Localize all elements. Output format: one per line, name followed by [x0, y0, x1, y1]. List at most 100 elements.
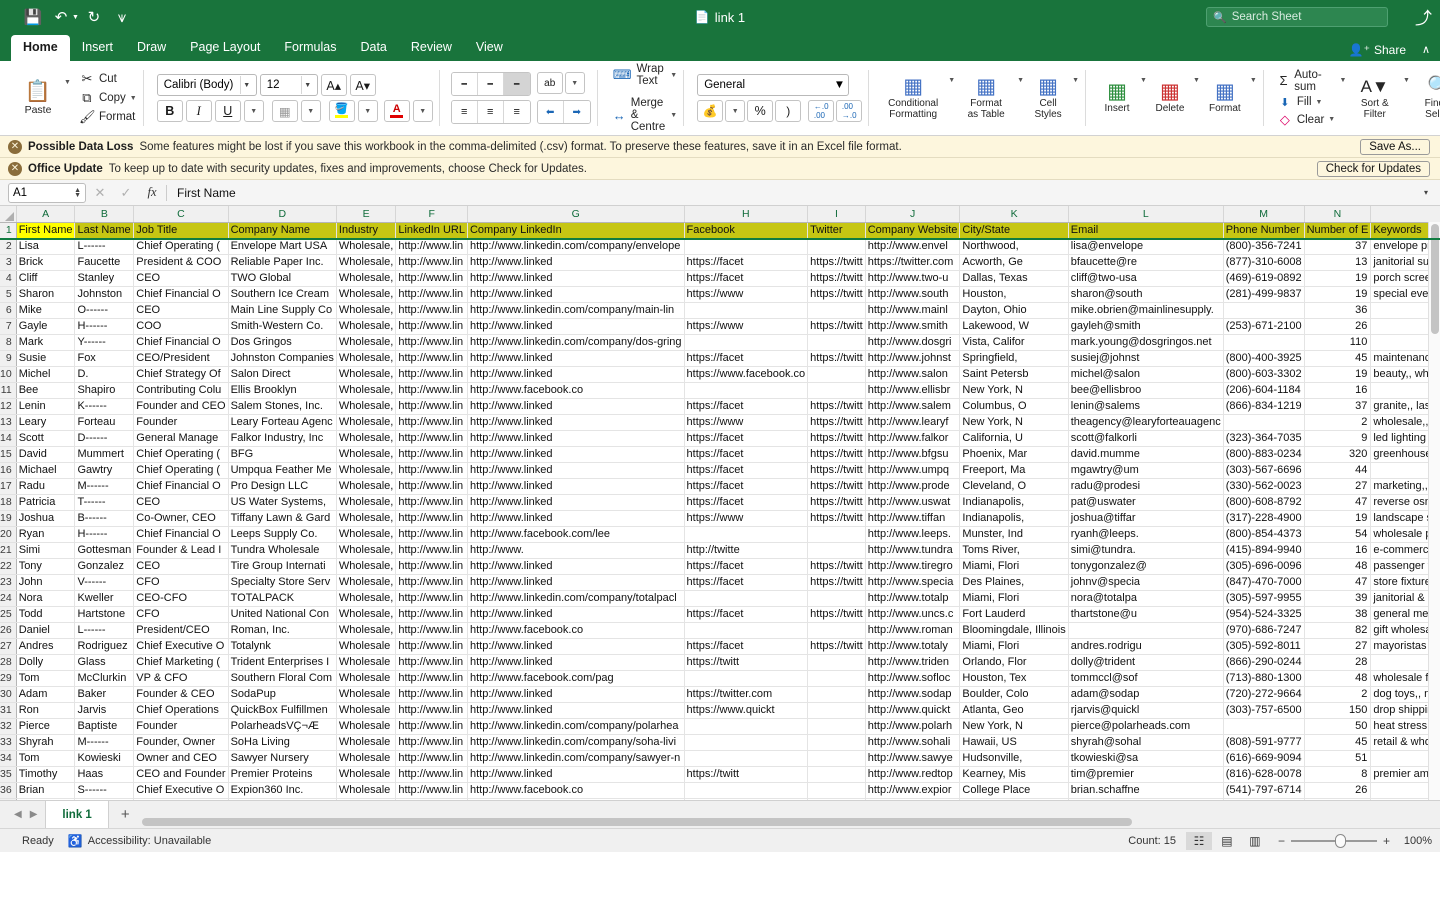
table-cell[interactable]: http://www. — [467, 542, 685, 559]
tab-data[interactable]: Data — [348, 35, 398, 61]
table-cell[interactable]: https://twitt — [807, 510, 866, 527]
collapse-ribbon-icon[interactable]: ∧ — [1422, 43, 1430, 56]
table-cell[interactable]: (866)-834-1219 — [1223, 398, 1305, 415]
table-cell[interactable]: Wholesale, — [336, 430, 397, 447]
table-cell[interactable]: Springfield, — [959, 350, 1069, 367]
table-cell[interactable]: Wholesale — [336, 766, 397, 783]
table-row[interactable]: 7 Gayle H------ COO Smith-Western Co. Wholesa… — [0, 318, 1440, 335]
zoom-slider-thumb[interactable] — [1334, 833, 1346, 848]
table-cell[interactable]: Michel — [16, 366, 76, 383]
header-cell[interactable]: Company Website — [865, 222, 961, 238]
table-cell[interactable]: Cleveland, O — [959, 478, 1069, 495]
table-cell[interactable]: scott@falkorli — [1068, 430, 1224, 447]
table-row[interactable]: 26 Daniel L------ President/CEO Roman, Inc. W… — [0, 622, 1440, 639]
table-cell[interactable]: http://www.sawye — [865, 750, 961, 767]
table-cell[interactable]: Wholesale, — [336, 542, 397, 559]
table-row[interactable]: 23 John V------ CFO Specialty Store Serv Whol… — [0, 574, 1440, 591]
table-cell[interactable]: Premier Proteins — [228, 766, 337, 783]
table-cell[interactable]: http://www.lin — [395, 494, 468, 511]
share-upload-icon[interactable]: ⤴ — [1415, 4, 1432, 29]
table-cell[interactable]: https://facet — [684, 478, 809, 495]
table-cell[interactable]: http://www.lin — [395, 734, 468, 751]
table-cell[interactable]: 48 — [1304, 670, 1372, 687]
horizontal-scrollbar[interactable] — [141, 801, 1440, 828]
table-cell[interactable]: http://www.linkedin.com/company/polarhea — [467, 718, 685, 735]
table-cell[interactable]: Tom — [16, 670, 76, 687]
table-cell[interactable]: Founder and CEO — [133, 798, 229, 800]
table-cell[interactable]: https://www.facebook.co — [684, 366, 809, 383]
header-cell[interactable]: Company Name — [228, 222, 337, 238]
table-cell[interactable]: https://twitt — [807, 414, 866, 431]
next-sheet-icon[interactable]: ▶ — [30, 809, 38, 820]
table-cell[interactable]: 21 — [1304, 798, 1372, 800]
table-row[interactable]: 6 Mike O------ CEO Main Line Supply Co Wholes… — [0, 302, 1440, 319]
table-cell[interactable]: Fort Collins, — [959, 798, 1069, 800]
page-layout-view-button[interactable]: ▤ — [1214, 832, 1240, 850]
table-cell[interactable]: http://www.facebook.co — [467, 782, 685, 799]
table-cell[interactable] — [807, 782, 866, 799]
table-cell[interactable]: https://twitt — [684, 766, 809, 783]
table-row[interactable]: 37ElizabethMozerFounder and CEOLoCo Food… — [0, 798, 1440, 800]
table-cell[interactable]: http://www.linked — [467, 350, 685, 367]
table-cell[interactable]: President/CEO — [133, 622, 229, 639]
table-cell[interactable]: mike.obrien@mainlinesupply. — [1068, 302, 1224, 319]
table-cell[interactable]: Lakewood, W — [959, 318, 1069, 335]
zoom-control[interactable]: − + 100% — [1278, 833, 1432, 848]
table-cell[interactable]: http://www.linked — [467, 558, 685, 575]
table-cell[interactable]: Chief Operating ( — [133, 446, 229, 463]
table-cell[interactable]: https://twitt — [807, 558, 866, 575]
table-cell[interactable]: http://www.lin — [395, 590, 468, 607]
italic-button[interactable]: I — [185, 100, 212, 122]
table-cell[interactable]: http://www.linked — [467, 270, 685, 287]
table-cell[interactable]: Wholesale — [336, 638, 397, 655]
cell-styles-dropdown-icon[interactable]: ▼ — [1072, 77, 1079, 84]
table-row[interactable]: 22 Tony Gonzalez CEO Tire Group Internati Who… — [0, 558, 1440, 575]
table-cell[interactable]: Houston, Tex — [959, 670, 1069, 687]
table-cell[interactable]: Dolly — [16, 654, 76, 671]
table-cell[interactable]: Chief Operations — [133, 702, 229, 719]
table-cell[interactable]: Fox — [74, 350, 135, 367]
table-cell[interactable]: Bee — [16, 382, 76, 399]
table-cell[interactable]: pat@uswater — [1068, 494, 1224, 511]
table-cell[interactable]: Gottesman — [74, 542, 135, 559]
table-cell[interactable]: https://twitt — [807, 478, 866, 495]
table-cell[interactable]: http://www.lin — [395, 398, 468, 415]
table-cell[interactable] — [684, 750, 809, 767]
table-cell[interactable]: Dayton, Ohio — [959, 302, 1069, 319]
table-cell[interactable]: CFO — [133, 574, 229, 591]
table-cell[interactable]: http://www.lin — [395, 750, 468, 767]
fill-button[interactable]: ⬇ Fill ▼ — [1277, 96, 1347, 109]
table-cell[interactable]: 19 — [1304, 510, 1372, 527]
table-cell[interactable] — [684, 734, 809, 751]
table-cell[interactable]: (469)-619-0892 — [1223, 270, 1305, 287]
table-cell[interactable]: Reliable Paper Inc. — [228, 254, 337, 271]
table-cell[interactable]: http://www.umpq — [865, 462, 961, 479]
table-cell[interactable]: L------ — [74, 238, 135, 255]
font-size-select[interactable]: 12 ▼ — [259, 74, 318, 96]
row-header-34[interactable]: 34 — [0, 750, 17, 767]
table-cell[interactable]: Founder & CEO — [133, 686, 229, 703]
table-cell[interactable]: rjarvis@quickl — [1068, 702, 1224, 719]
table-cell[interactable] — [1223, 334, 1305, 351]
table-cell[interactable]: Wholesale, — [336, 238, 397, 255]
table-cell[interactable]: Forteau — [74, 414, 135, 431]
header-cell[interactable]: Email — [1068, 222, 1224, 238]
header-cell[interactable]: Last Name — [74, 222, 135, 238]
row-header-9[interactable]: 9 — [0, 350, 17, 367]
check-for-updates-button[interactable]: Check for Updates — [1316, 160, 1430, 177]
table-cell[interactable] — [684, 590, 809, 607]
table-cell[interactable]: Owner and CEO — [133, 750, 229, 767]
table-cell[interactable]: http://www.leeps. — [865, 526, 961, 543]
table-cell[interactable]: http://www.bfgsu — [865, 446, 961, 463]
table-cell[interactable]: Trident Enterprises I — [228, 654, 337, 671]
table-cell[interactable]: Founder — [133, 414, 229, 431]
row-header-29[interactable]: 29 — [0, 670, 17, 687]
select-all-corner[interactable] — [0, 206, 17, 223]
table-row[interactable]: 31 Ron Jarvis Chief Operations QuickBox Fulf… — [0, 702, 1440, 719]
table-cell[interactable]: http://www.linked — [467, 254, 685, 271]
table-cell[interactable]: (816)-628-0078 — [1223, 766, 1305, 783]
table-cell[interactable]: Miami, Flori — [959, 638, 1069, 655]
column-header-H[interactable]: H — [684, 206, 809, 223]
table-cell[interactable]: http://www.linked — [467, 686, 685, 703]
table-cell[interactable]: Wholesale — [336, 798, 397, 800]
